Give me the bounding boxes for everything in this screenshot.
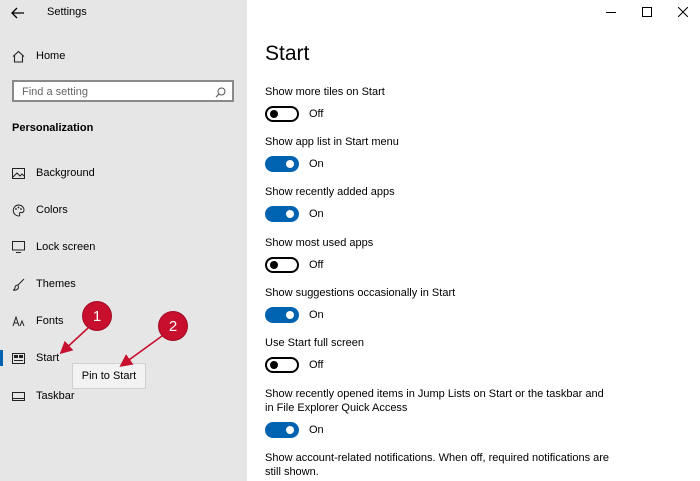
- recently-added-toggle[interactable]: [265, 206, 299, 222]
- app-list-toggle[interactable]: [265, 156, 299, 172]
- toggle-state: On: [309, 158, 324, 170]
- close-icon: [678, 7, 688, 17]
- main-content: Start Show more tiles on Start Off Show …: [247, 0, 700, 481]
- setting-label: Show most used apps: [265, 237, 374, 249]
- close-button[interactable]: [665, 0, 700, 24]
- toggle-state: Off: [309, 108, 324, 120]
- maximize-icon: [642, 7, 652, 17]
- setting-label: Show suggestions occasionally in Start: [265, 287, 456, 299]
- toggle-knob: [286, 426, 294, 434]
- annotation-arrow-1: [59, 327, 89, 355]
- annotation-arrow-2: [119, 335, 163, 367]
- toggle-knob: [286, 160, 294, 168]
- full-screen-toggle[interactable]: [265, 357, 299, 373]
- maximize-button[interactable]: [629, 0, 665, 24]
- more-tiles-toggle[interactable]: [265, 106, 299, 122]
- toggle-knob: [270, 261, 278, 269]
- most-used-toggle[interactable]: [265, 257, 299, 273]
- minimize-button[interactable]: [593, 0, 629, 24]
- toggle-state: Off: [309, 259, 324, 271]
- setting-label: Use Start full screen: [265, 337, 365, 349]
- toggle-knob: [270, 110, 278, 118]
- setting-label: Show app list in Start menu: [265, 136, 399, 148]
- toggle-state: Off: [309, 359, 324, 371]
- toggle-state: On: [309, 309, 324, 321]
- page-title: Start: [265, 42, 310, 65]
- toggle-knob: [270, 361, 278, 369]
- toggle-state: On: [309, 208, 324, 220]
- toggle-knob: [286, 311, 294, 319]
- annotation-badge-2: 2: [159, 312, 187, 340]
- jump-lists-toggle[interactable]: [265, 422, 299, 438]
- toggle-knob: [286, 210, 294, 218]
- minimize-icon: [606, 12, 616, 13]
- setting-label: Show recently added apps: [265, 186, 395, 198]
- toggle-state: On: [309, 424, 324, 436]
- annotation-badge-1: 1: [83, 302, 111, 330]
- setting-label: Show account-related notifications. When…: [265, 452, 610, 478]
- suggestions-toggle[interactable]: [265, 307, 299, 323]
- setting-label: Show more tiles on Start: [265, 86, 385, 98]
- setting-label: Show recently opened items in Jump Lists…: [265, 388, 604, 414]
